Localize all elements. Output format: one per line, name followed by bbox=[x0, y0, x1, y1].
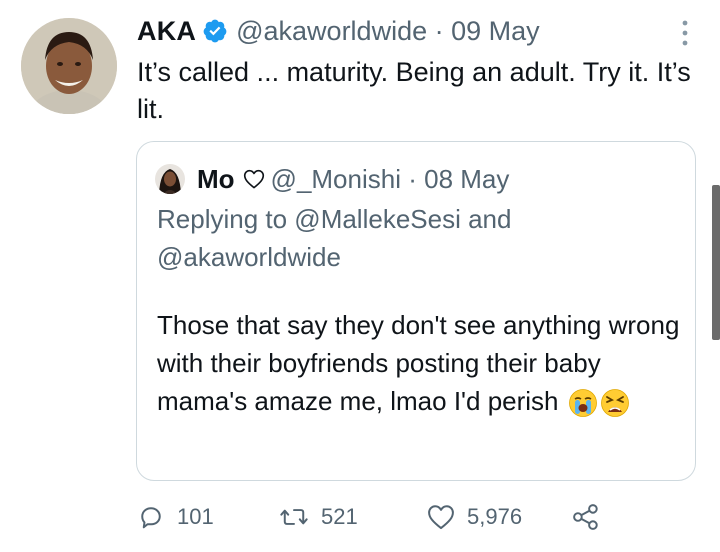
share-icon bbox=[571, 503, 601, 531]
quoted-author-handle: @_Monishi bbox=[270, 163, 401, 194]
like-button[interactable]: 5,976 bbox=[427, 500, 522, 534]
retweet-button[interactable]: 521 bbox=[279, 500, 358, 534]
tweet-date[interactable]: 09 May bbox=[451, 16, 540, 47]
share-button[interactable] bbox=[571, 500, 601, 534]
author-handle[interactable]: @akaworldwide bbox=[236, 16, 427, 47]
reply-button[interactable]: 101 bbox=[137, 500, 214, 534]
quoted-tweet-date: 08 May bbox=[424, 163, 510, 194]
quoted-author-avatar bbox=[155, 164, 185, 194]
verified-badge-icon bbox=[202, 18, 228, 44]
quoted-tweet-text-container: Those that say they don't see anything w… bbox=[157, 306, 687, 420]
loudly-crying-face-icon bbox=[568, 388, 598, 418]
tired-face-icon bbox=[600, 388, 630, 418]
like-count: 5,976 bbox=[467, 504, 523, 529]
retweet-icon bbox=[279, 503, 309, 531]
quoted-author-name: Mo bbox=[197, 163, 235, 194]
retweet-count: 521 bbox=[321, 504, 358, 529]
quoted-tweet-header: Mo @_Monishi · 08 May bbox=[155, 160, 509, 198]
reply-count: 101 bbox=[177, 504, 214, 529]
tweet-actions: 101 521 5,976 bbox=[137, 500, 617, 534]
tweet-text: It’s called ... maturity. Being an adult… bbox=[137, 57, 691, 124]
replying-to-text: Replying to @MallekeSesi and @akaworldwi… bbox=[157, 204, 512, 272]
quoted-tweet[interactable]: Mo @_Monishi · 08 May Replying to @Malle… bbox=[136, 141, 696, 481]
more-options-icon[interactable] bbox=[679, 18, 691, 48]
reply-icon bbox=[137, 503, 165, 531]
quoted-header-separator: · bbox=[401, 163, 425, 194]
scrollbar[interactable] bbox=[712, 185, 720, 340]
like-heart-icon bbox=[427, 504, 455, 530]
author-avatar[interactable] bbox=[21, 18, 117, 114]
header-separator: · bbox=[427, 15, 452, 46]
heart-outline-icon bbox=[243, 169, 265, 189]
tweet-header: AKA @akaworldwide · 09 May bbox=[137, 12, 540, 50]
author-name[interactable]: AKA bbox=[137, 16, 196, 47]
